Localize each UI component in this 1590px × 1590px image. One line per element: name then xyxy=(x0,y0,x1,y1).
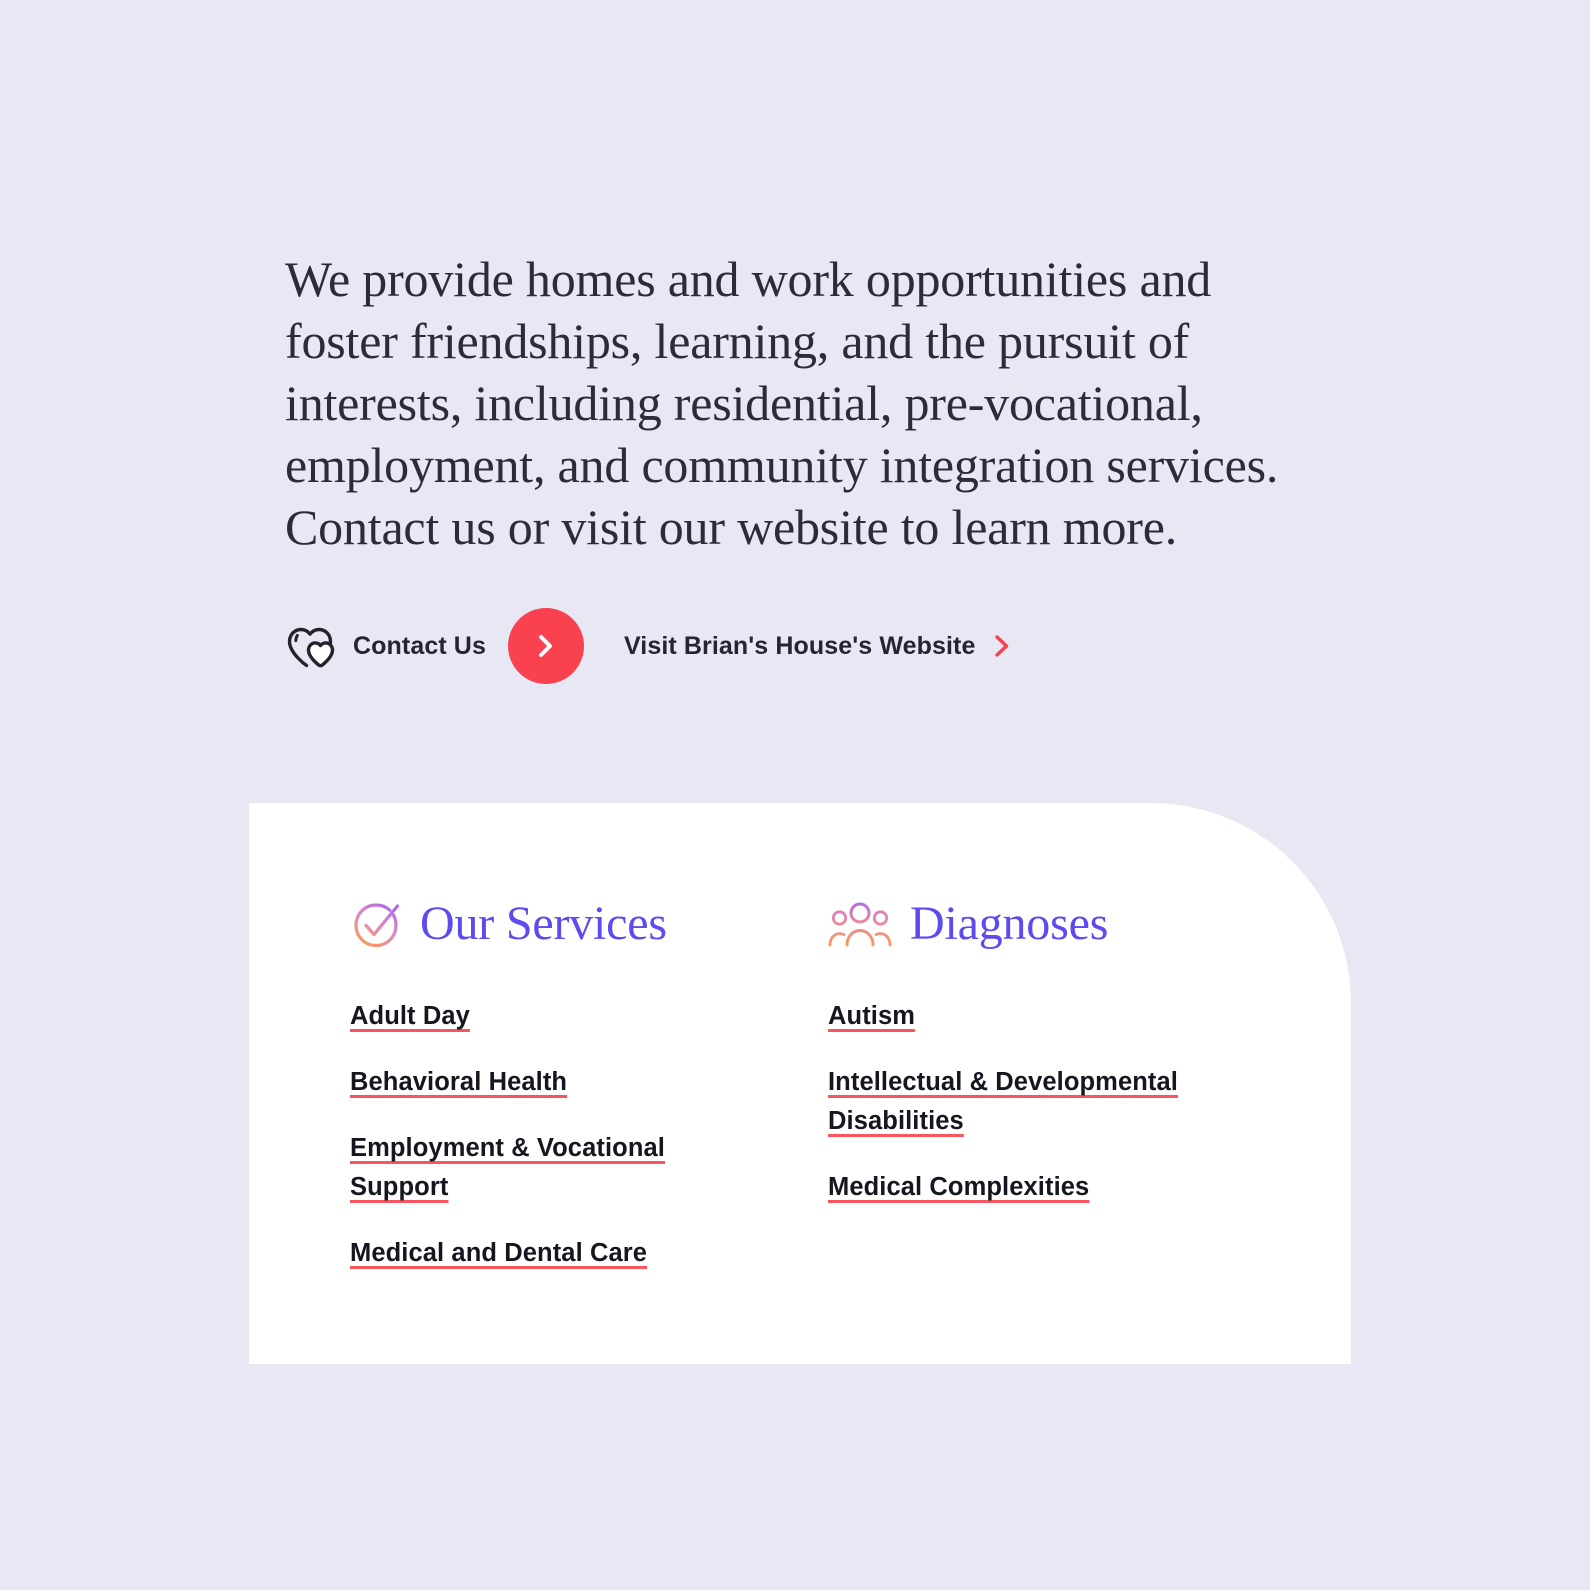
list-item: Medical and Dental Care xyxy=(350,1234,750,1273)
visit-website-link[interactable]: Visit Brian's House's Website xyxy=(624,632,1012,661)
list-item: Autism xyxy=(828,997,1228,1036)
contact-us-arrow-button[interactable] xyxy=(507,608,584,684)
list-item: Employment & Vocational Support xyxy=(350,1129,750,1207)
card-columns: Our Services Adult Day Behavioral Health… xyxy=(350,893,1228,1273)
diagnoses-header: Diagnoses xyxy=(828,893,1228,955)
list-item: Behavioral Health xyxy=(350,1063,750,1102)
service-link-medical-and-dental-care[interactable]: Medical and Dental Care xyxy=(350,1239,647,1267)
diagnosis-link-medical-complexities[interactable]: Medical Complexities xyxy=(828,1173,1089,1201)
intro-paragraph: We provide homes and work opportunities … xyxy=(285,251,1279,555)
contact-us-label: Contact Us xyxy=(353,631,486,660)
diagnoses-title: Diagnoses xyxy=(910,897,1109,950)
list-item: Adult Day xyxy=(350,997,750,1036)
people-group-icon xyxy=(828,900,892,948)
page-root: We provide homes and work opportunities … xyxy=(0,0,1590,1590)
service-link-employment-vocational-support[interactable]: Employment & Vocational Support xyxy=(350,1134,665,1201)
our-services-list: Adult Day Behavioral Health Employment &… xyxy=(350,997,750,1273)
services-diagnoses-card: Our Services Adult Day Behavioral Health… xyxy=(249,803,1351,1364)
cta-row: Contact Us Visit Brian's House's Website xyxy=(285,608,1012,684)
our-services-title: Our Services xyxy=(420,897,667,950)
our-services-column: Our Services Adult Day Behavioral Health… xyxy=(350,893,750,1273)
diagnoses-column: Diagnoses Autism Intellectual & Developm… xyxy=(828,893,1228,1273)
our-services-header: Our Services xyxy=(350,893,750,955)
contact-us-link[interactable]: Contact Us xyxy=(285,623,486,669)
list-item: Medical Complexities xyxy=(828,1168,1228,1207)
two-hearts-icon xyxy=(285,623,337,669)
chevron-right-icon xyxy=(993,634,1012,658)
diagnosis-link-autism[interactable]: Autism xyxy=(828,1002,915,1030)
chevron-right-icon xyxy=(535,633,557,659)
service-link-behavioral-health[interactable]: Behavioral Health xyxy=(350,1068,567,1096)
diagnoses-list: Autism Intellectual & Developmental Disa… xyxy=(828,997,1228,1207)
visit-website-label: Visit Brian's House's Website xyxy=(623,631,976,660)
check-circle-icon xyxy=(350,898,402,950)
list-item: Intellectual & Developmental Disabilitie… xyxy=(828,1063,1228,1141)
service-link-adult-day[interactable]: Adult Day xyxy=(350,1002,470,1030)
diagnosis-link-intellectual-developmental-disabilities[interactable]: Intellectual & Developmental Disabilitie… xyxy=(828,1068,1178,1135)
